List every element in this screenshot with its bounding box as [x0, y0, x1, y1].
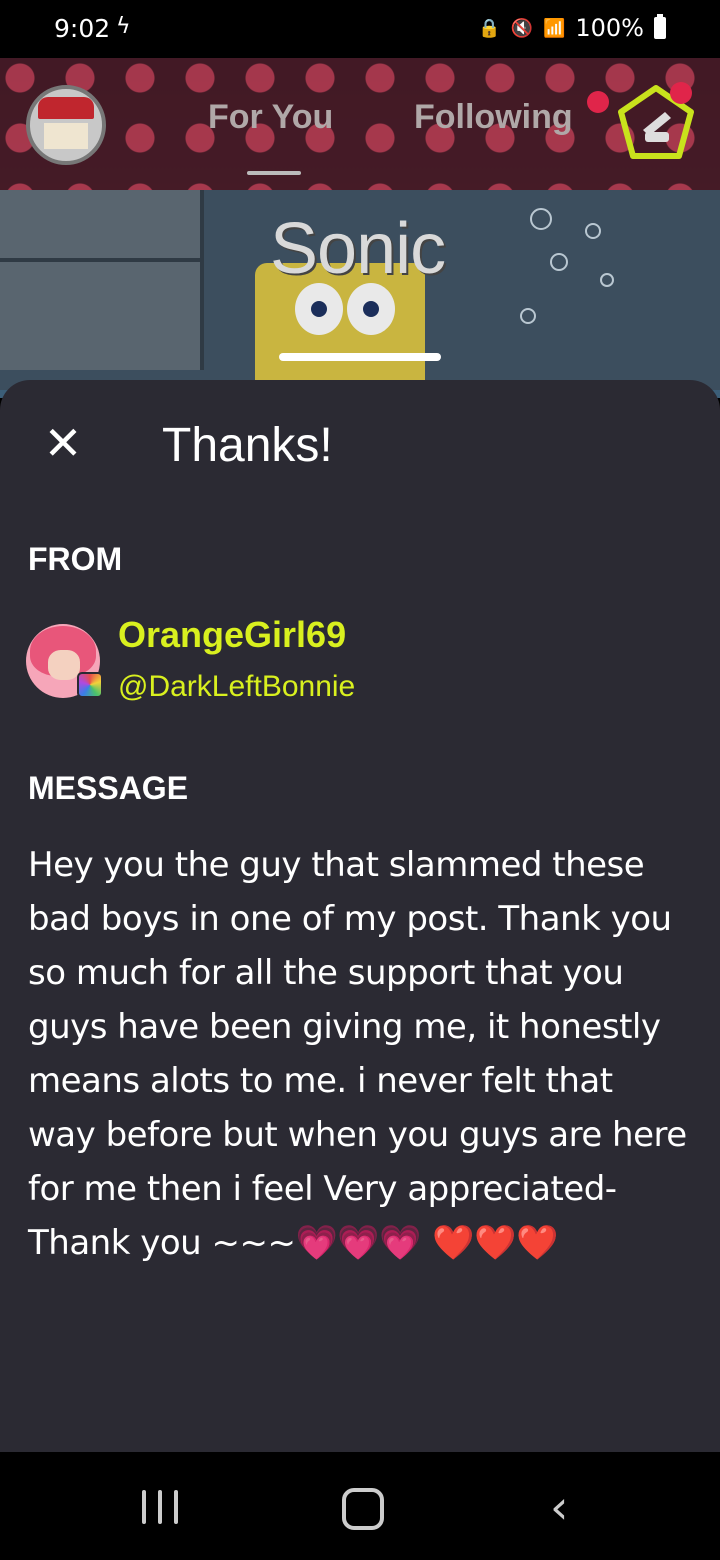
system-navigation-bar: ‹ [0, 1452, 720, 1560]
status-bar: 9:02 ϟ 🔒 🔇 📶 100% [0, 0, 720, 58]
sender-badge-icon [77, 672, 103, 698]
message-label: MESSAGE [28, 770, 189, 806]
lock-icon: 🔒 [478, 17, 501, 39]
battery-percent: 100% [575, 14, 644, 42]
home-icon[interactable] [342, 1488, 384, 1530]
notification-dot [670, 82, 692, 104]
message-text: Hey you the guy that slammed these bad b… [28, 845, 687, 1263]
sheet-title: Thanks! [162, 419, 333, 472]
tab-following[interactable]: Following [414, 98, 573, 137]
notification-dot [587, 91, 609, 113]
scene-wall-line [0, 258, 200, 262]
active-tab-indicator [247, 171, 301, 175]
bubble [550, 253, 568, 271]
video-background[interactable]: Sonic [0, 58, 720, 398]
close-icon[interactable]: ✕ [40, 420, 86, 466]
bubble [530, 208, 552, 230]
profile-avatar[interactable] [26, 85, 106, 165]
back-icon[interactable]: ‹ [550, 1484, 568, 1530]
red-hearts-emoji: ❤️❤️❤️ [432, 1223, 558, 1263]
pink-hearts-emoji: 💗💗💗 [295, 1223, 421, 1263]
character-eye [347, 283, 395, 335]
bubble [520, 308, 536, 324]
mute-icon: 🔇 [510, 17, 533, 39]
video-caption: Sonic [270, 209, 446, 289]
sender-handle[interactable]: @DarkLeftBonnie [118, 670, 355, 704]
character-eye [295, 283, 343, 335]
polka-dot-band [0, 58, 720, 190]
sender-name[interactable]: OrangeGirl69 [118, 614, 346, 656]
avatar-face [48, 650, 80, 680]
avatar-face [44, 123, 88, 149]
bubble [600, 273, 614, 287]
wifi-icon: 📶 [542, 17, 566, 39]
bolt-icon: ϟ [116, 14, 131, 39]
avatar-cap [38, 97, 94, 119]
status-right: 🔒 🔇 📶 100% [478, 14, 666, 42]
from-label: FROM [28, 541, 123, 577]
sheet-grabber[interactable] [279, 353, 441, 361]
battery-icon [654, 14, 666, 39]
tab-for-you[interactable]: For You [208, 98, 333, 137]
bubble [585, 223, 601, 239]
status-time: 9:02 [54, 14, 111, 43]
message-body: Hey you the guy that slammed these bad b… [28, 838, 688, 1270]
recent-apps-icon[interactable] [142, 1490, 178, 1524]
scene-wall [0, 190, 204, 370]
